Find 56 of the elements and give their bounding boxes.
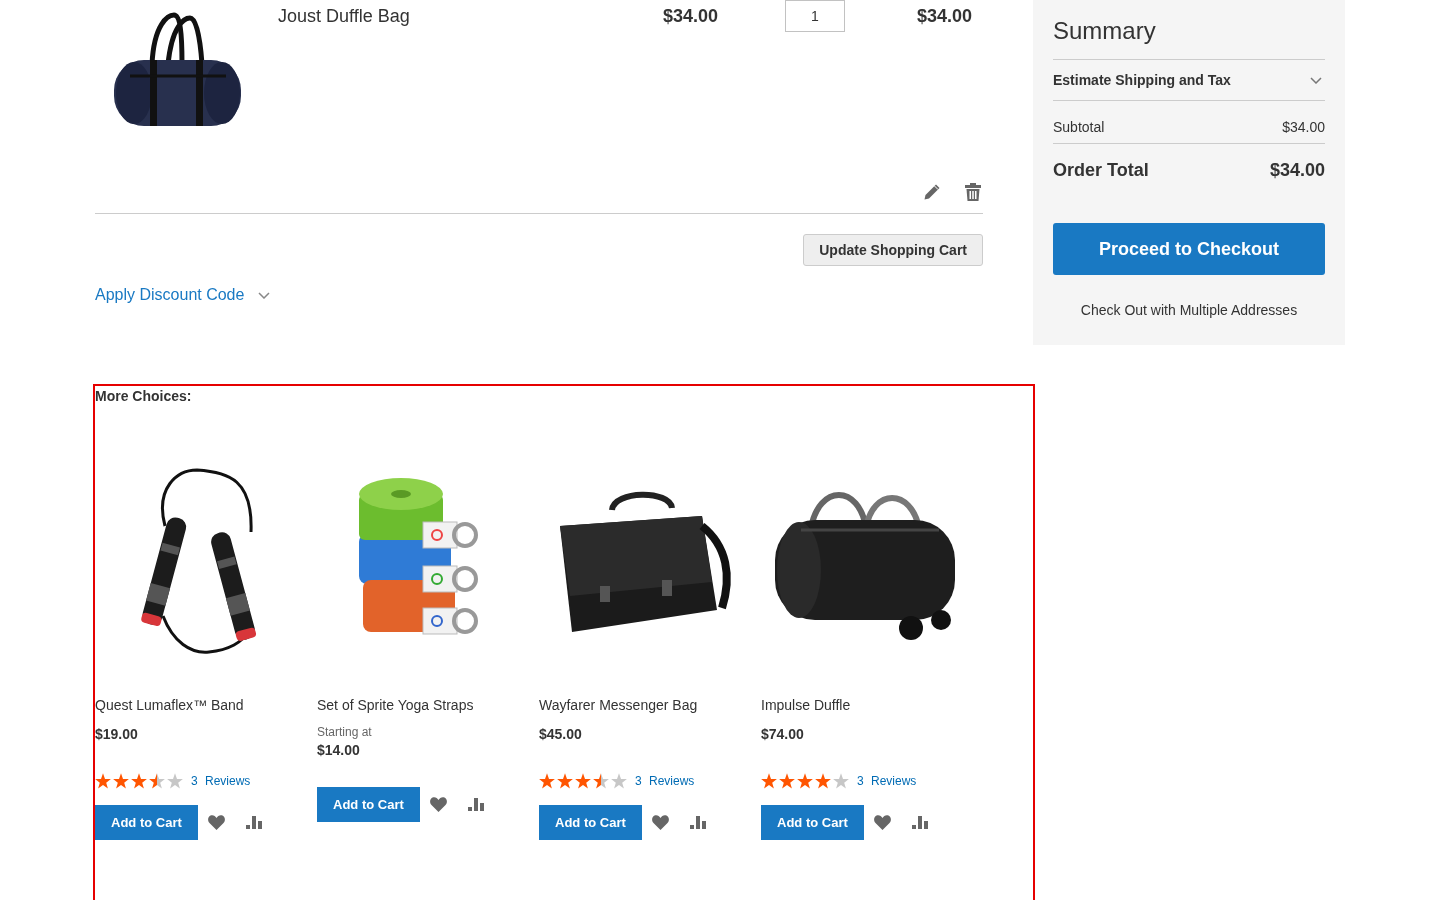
reviews-link[interactable]: 3 Reviews	[191, 772, 251, 790]
bar-chart-icon[interactable]	[467, 798, 484, 811]
item-price: $34.00	[662, 6, 718, 26]
product-price: $74.00	[761, 725, 805, 744]
product-name-link[interactable]: Quest Lumaflex™ Band	[95, 697, 244, 713]
update-cart-button[interactable]: Update Shopping Cart	[803, 234, 983, 266]
order-total-label: Order Total	[1053, 159, 1149, 181]
order-total-value: $34.00	[1269, 159, 1325, 181]
star-icon	[539, 773, 555, 789]
pencil-icon[interactable]	[924, 183, 940, 200]
add-to-cart-button[interactable]: Add to Cart	[761, 805, 864, 840]
star-icon	[149, 773, 165, 789]
add-to-cart-button[interactable]: Add to Cart	[317, 787, 420, 822]
star-icon	[131, 773, 147, 789]
product-price: $19.00	[95, 725, 139, 744]
heart-icon[interactable]	[873, 815, 891, 830]
heart-icon[interactable]	[207, 815, 225, 830]
multiple-addresses-link[interactable]: Check Out with Multiple Addresses	[1080, 302, 1298, 318]
product-name-link[interactable]: Joust Duffle Bag	[278, 6, 410, 26]
product-price: $14.00	[317, 741, 361, 760]
star-icon	[95, 773, 111, 789]
star-icon	[815, 773, 831, 789]
subtotal-value: $34.00	[1282, 118, 1325, 136]
apply-discount-toggle[interactable]: Apply Discount Code	[95, 285, 271, 305]
star-icon	[779, 773, 795, 789]
product-name-link[interactable]: Set of Sprite Yoga Straps	[317, 697, 474, 713]
bar-chart-icon[interactable]	[689, 816, 706, 829]
star-icon	[761, 773, 777, 789]
checkout-button[interactable]: Proceed to Checkout	[1053, 223, 1325, 275]
star-icon	[113, 773, 129, 789]
summary-title: Summary	[1053, 16, 1157, 46]
item-subtotal: $34.00	[916, 6, 972, 26]
subtotal-label: Subtotal	[1053, 118, 1105, 136]
star-icon	[557, 773, 573, 789]
reviews-link[interactable]: 3 Reviews	[635, 772, 695, 790]
star-icon	[833, 773, 849, 789]
star-icon	[575, 773, 591, 789]
estimate-shipping-toggle[interactable]: Estimate Shipping and Tax	[1053, 59, 1325, 101]
add-to-cart-button[interactable]: Add to Cart	[95, 805, 198, 840]
product-price: $45.00	[539, 725, 583, 744]
price-label: Starting at	[317, 724, 373, 740]
heart-icon[interactable]	[429, 797, 447, 812]
product-name-link[interactable]: Wayfarer Messenger Bag	[539, 697, 698, 713]
section-title: More Choices:	[95, 387, 193, 404]
bar-chart-icon[interactable]	[911, 816, 928, 829]
quantity-field[interactable]: 1	[785, 0, 845, 32]
star-icon	[797, 773, 813, 789]
star-icon	[593, 773, 609, 789]
star-icon	[167, 773, 183, 789]
bar-chart-icon[interactable]	[245, 816, 262, 829]
star-icon	[611, 773, 627, 789]
heart-icon[interactable]	[651, 815, 669, 830]
trash-icon[interactable]	[965, 182, 981, 201]
product-name-link[interactable]: Impulse Duffle	[761, 697, 851, 713]
add-to-cart-button[interactable]: Add to Cart	[539, 805, 642, 840]
reviews-link[interactable]: 3 Reviews	[857, 772, 917, 790]
